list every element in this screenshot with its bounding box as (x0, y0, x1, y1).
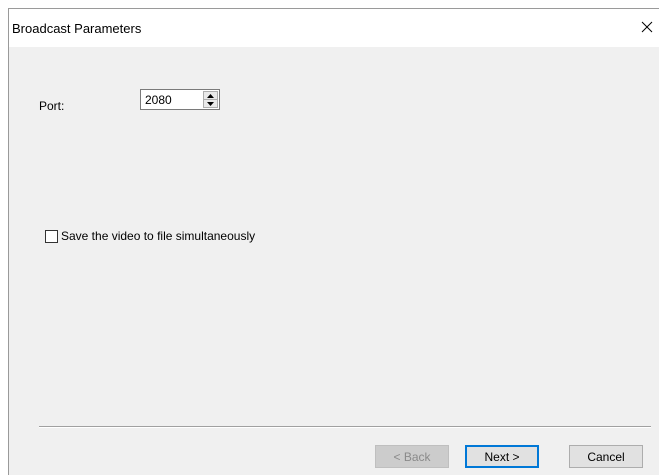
caret-up-icon (207, 93, 214, 98)
close-icon (641, 21, 653, 33)
save-to-file-checkbox[interactable] (45, 229, 58, 243)
footer-separator (39, 426, 651, 428)
caret-down-icon (207, 101, 214, 106)
title-bar: Broadcast Parameters (9, 9, 659, 47)
save-to-file-option[interactable]: Save the video to file simultaneously (45, 229, 255, 243)
spin-down-button[interactable] (203, 100, 218, 108)
broadcast-parameters-dialog: Broadcast Parameters Port: Save (8, 8, 659, 475)
cancel-button[interactable]: Cancel (569, 445, 643, 468)
window-title: Broadcast Parameters (12, 21, 142, 36)
close-button[interactable] (635, 15, 659, 39)
port-spinbox[interactable] (140, 89, 220, 110)
back-button[interactable]: < Back (375, 445, 449, 468)
save-to-file-label: Save the video to file simultaneously (61, 229, 256, 243)
port-spin-buttons (203, 91, 218, 108)
port-label: Port: (39, 99, 65, 113)
next-button[interactable]: Next > (465, 445, 539, 468)
spin-up-button[interactable] (203, 91, 218, 100)
port-input[interactable] (145, 93, 197, 107)
